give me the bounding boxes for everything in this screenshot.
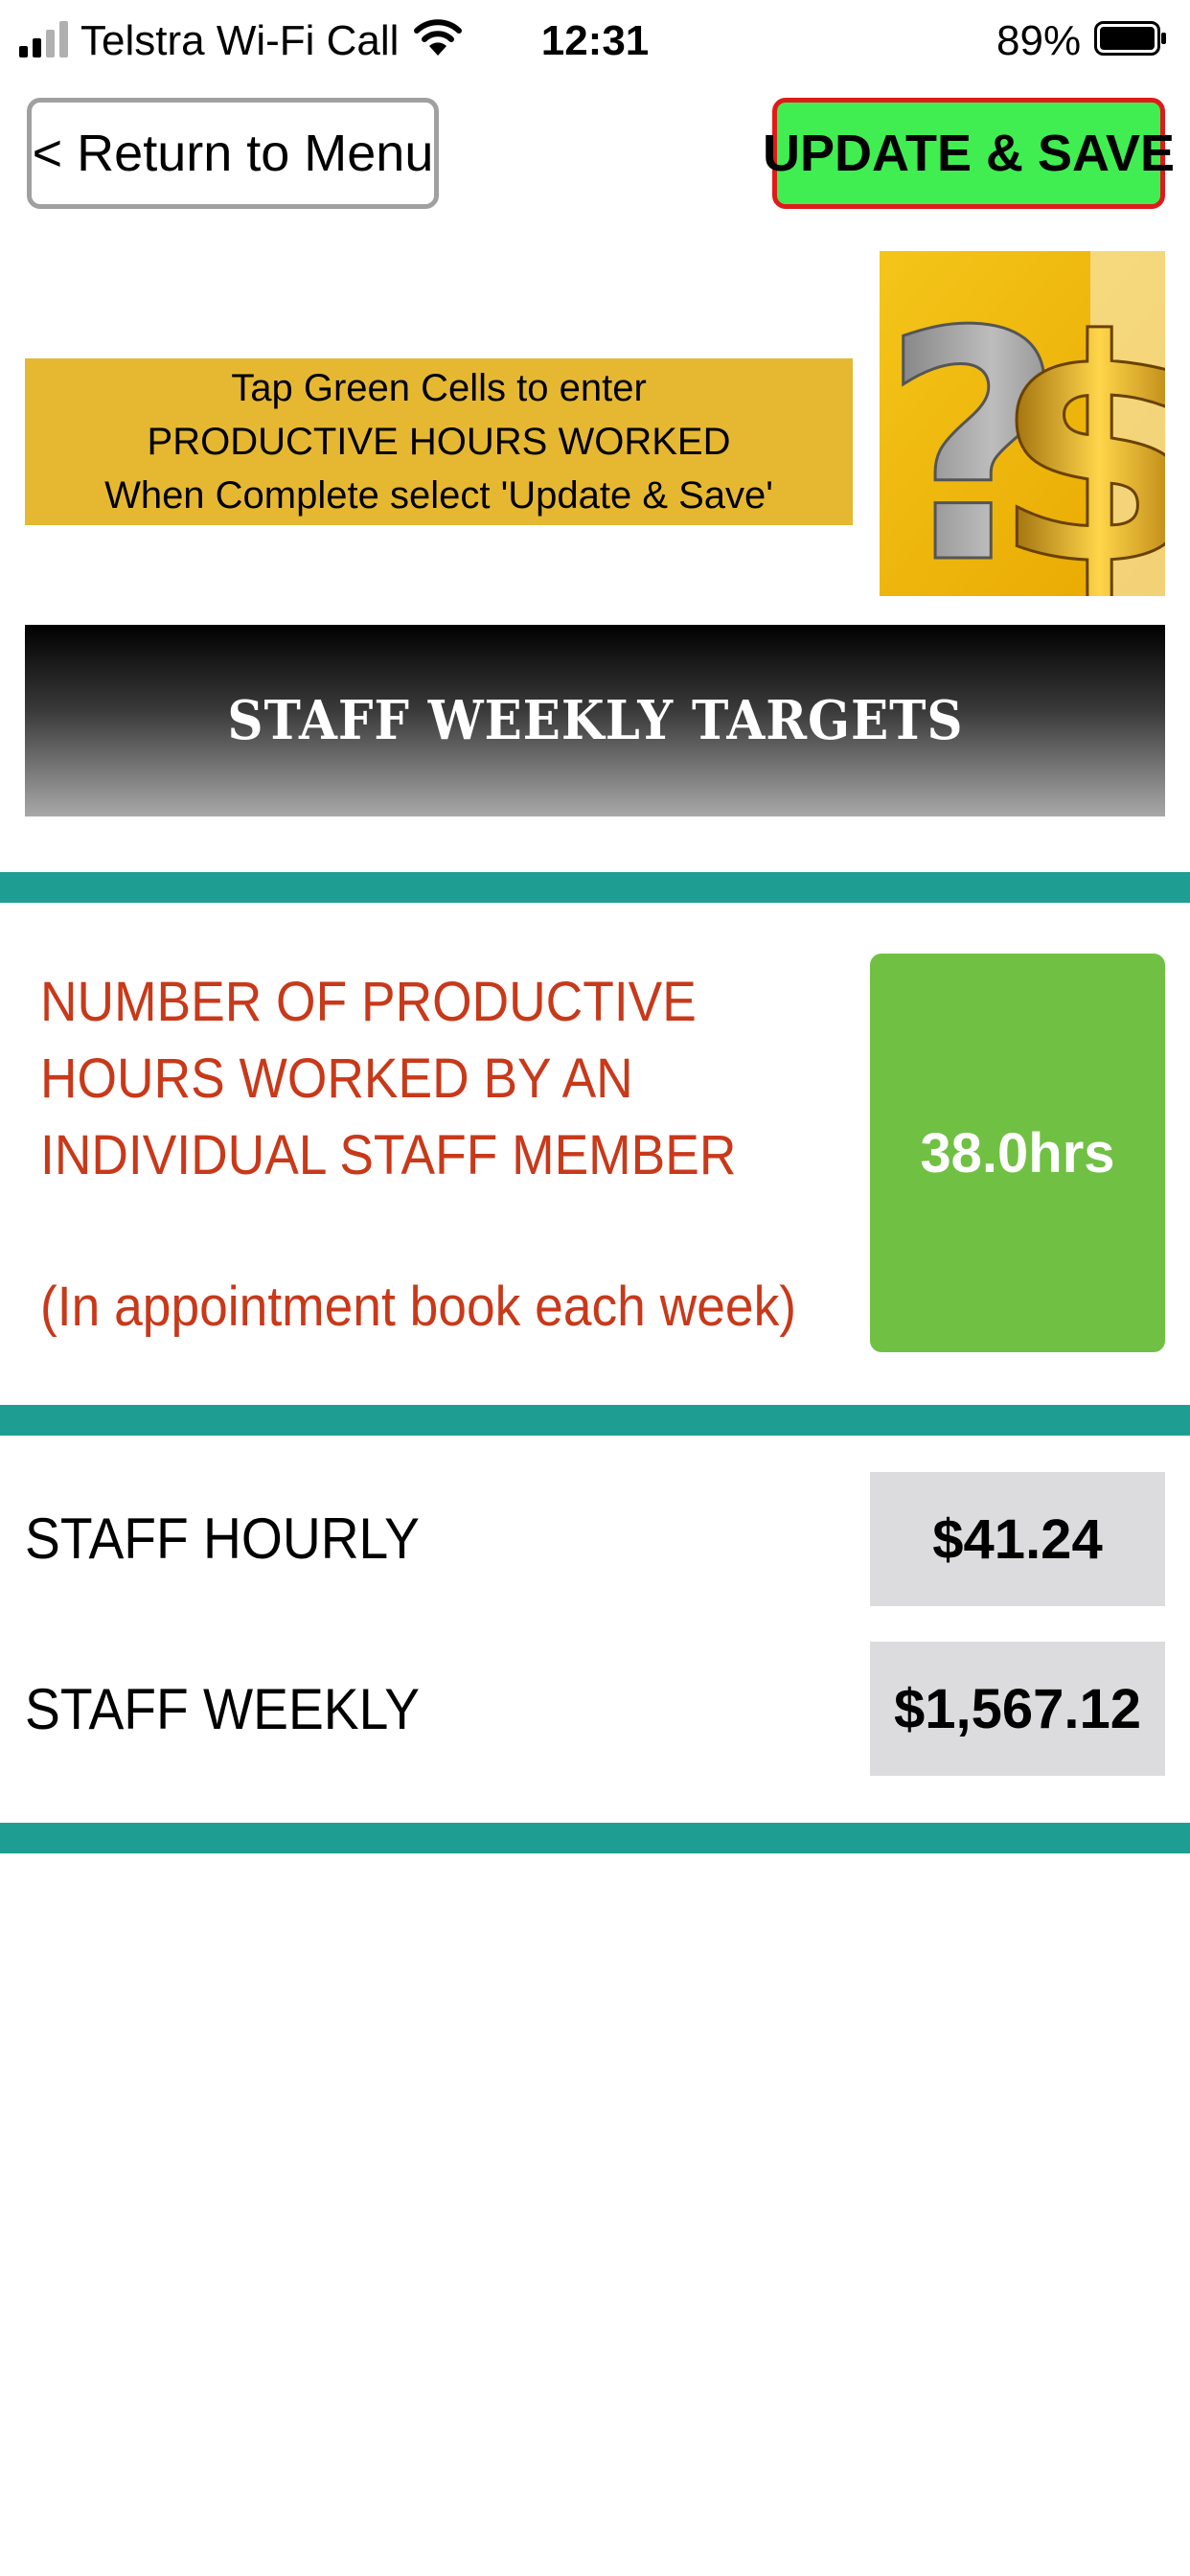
section-divider xyxy=(0,872,1190,903)
return-to-menu-button[interactable]: < Return to Menu xyxy=(27,98,439,209)
battery-icon xyxy=(1094,21,1166,56)
battery-percent: 89% xyxy=(996,17,1082,64)
productive-hours-input[interactable]: 38.0hrs xyxy=(870,954,1165,1352)
svg-text:$: $ xyxy=(993,276,1165,596)
instruction-line: Tap Green Cells to enter xyxy=(231,367,647,409)
productive-hours-line: HOURS WORKED BY AN xyxy=(40,1047,633,1110)
productive-hours-note: (In appointment book each week) xyxy=(40,1276,797,1338)
status-bar: Telstra Wi-Fi Call 12:31 89% xyxy=(0,0,1190,86)
update-save-button[interactable]: UPDATE & SAVE xyxy=(763,98,1175,209)
productive-hours-line: NUMBER OF PRODUCTIVE xyxy=(40,971,697,1033)
staff-weekly-label: STAFF WEEKLY xyxy=(25,1677,421,1741)
title-banner: STAFF WEEKLY TARGETS xyxy=(25,625,1165,816)
section-divider xyxy=(0,1823,1190,1853)
staff-hourly-label: STAFF HOURLY xyxy=(25,1506,420,1571)
page-title: STAFF WEEKLY TARGETS xyxy=(226,689,964,752)
instruction-box: Tap Green Cells to enter PRODUCTIVE HOUR… xyxy=(25,358,853,525)
productive-hours-line: INDIVIDUAL STAFF MEMBER xyxy=(40,1124,737,1186)
section-divider xyxy=(0,1405,1190,1436)
productive-hours-label: NUMBER OF PRODUCTIVE HOURS WORKED BY AN … xyxy=(40,964,855,1194)
question-dollar-logo: ? $ xyxy=(880,251,1165,596)
instruction-line: PRODUCTIVE HOURS WORKED xyxy=(147,421,731,463)
instruction-line: When Complete select 'Update & Save' xyxy=(104,474,773,517)
staff-hourly-value: $41.24 xyxy=(870,1472,1165,1606)
staff-weekly-value: $1,567.12 xyxy=(870,1642,1165,1776)
